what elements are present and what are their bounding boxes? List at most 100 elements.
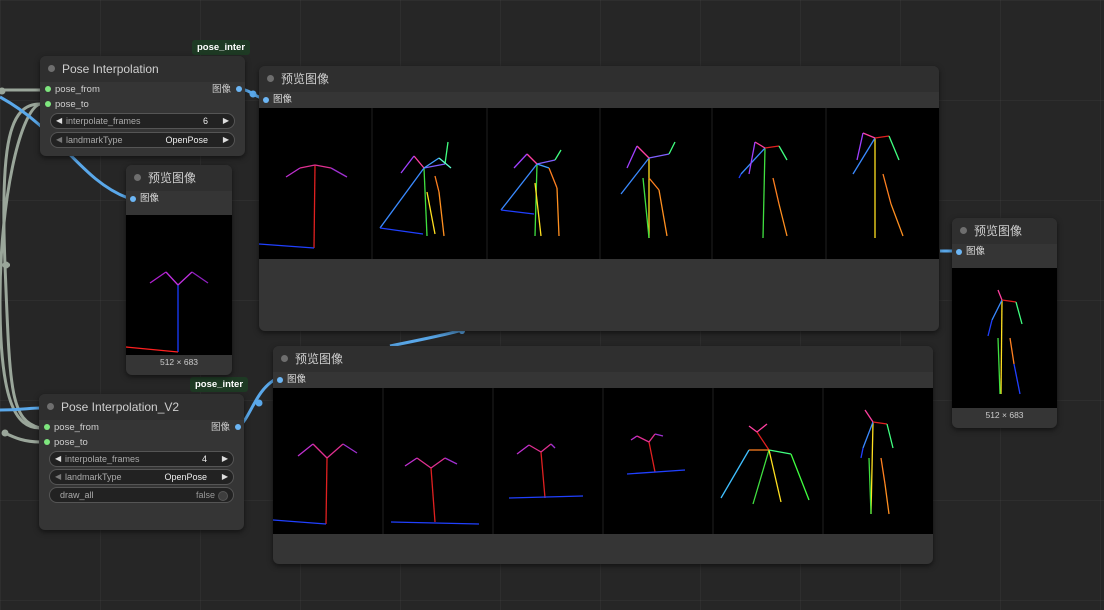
interpolate-frames-widget[interactable]: ◀ interpolate_frames 6 ▶ [50, 113, 235, 129]
node-title[interactable]: Pose Interpolation [40, 56, 245, 82]
frame-3 [508, 443, 584, 499]
input-label: 图像 [273, 94, 293, 105]
input-label: pose_from [54, 422, 99, 433]
input-dot-icon[interactable] [956, 249, 962, 255]
arrow-left-icon[interactable]: ◀ [56, 114, 62, 128]
input-label: pose_to [54, 437, 88, 448]
node-collapse-dot-icon[interactable] [47, 403, 54, 410]
node-pose-interpolation[interactable]: Pose Interpolation pose_from 图像 pose_to … [40, 56, 245, 156]
node-title-text: Pose Interpolation_V2 [61, 400, 180, 414]
arrow-right-icon[interactable]: ▶ [222, 470, 228, 484]
link-blue-4 [0, 406, 41, 412]
arrow-right-icon[interactable]: ▶ [222, 452, 228, 466]
preview-image-strip [258, 108, 939, 259]
reroute-dot [2, 261, 10, 269]
preview-image-strip [272, 388, 933, 534]
node-collapse-dot-icon[interactable] [267, 75, 274, 82]
frame-6 [852, 132, 904, 238]
node-title[interactable]: 预览图像 [952, 218, 1057, 244]
widget-value: false [195, 490, 215, 500]
node-title[interactable]: 预览图像 [259, 66, 939, 92]
landmark-type-widget[interactable]: ◀ landmarkType OpenPose ▶ [49, 469, 234, 485]
frame-6 [860, 409, 894, 515]
node-badge-pose-inter: pose_inter [192, 40, 251, 55]
frame-5 [738, 141, 788, 239]
input-dot-icon[interactable] [44, 424, 50, 430]
reroute-dot [0, 87, 6, 95]
toggle-knob-icon[interactable] [218, 491, 228, 501]
preview-image [952, 268, 1057, 408]
arrow-left-icon[interactable]: ◀ [55, 470, 61, 484]
input-dot-icon[interactable] [45, 101, 51, 107]
pose-frames-image [258, 108, 904, 259]
draw-all-toggle[interactable]: draw_all false [49, 487, 234, 503]
node-pose-interpolation-v2[interactable]: Pose Interpolation_V2 pose_from 图像 pose_… [39, 394, 244, 530]
reroute-dot [1, 429, 9, 437]
reroute-dot [255, 399, 263, 407]
arrow-left-icon[interactable]: ◀ [56, 133, 62, 147]
node-collapse-dot-icon[interactable] [48, 65, 55, 72]
node-preview-bottom[interactable]: 预览图像 图像 [272, 346, 933, 564]
frame-4 [626, 433, 686, 475]
input-label: 图像 [287, 374, 307, 385]
frame-3 [500, 149, 562, 237]
frame-1 [258, 164, 348, 249]
output-label: 图像 [210, 422, 230, 433]
input-dot-icon[interactable] [130, 196, 136, 202]
node-title[interactable]: 预览图像 [273, 346, 933, 372]
image-size-label: 512 × 683 [985, 410, 1024, 420]
input-dot-icon[interactable] [44, 439, 50, 445]
node-preview-top[interactable]: 预览图像 图像 [258, 66, 939, 331]
node-collapse-dot-icon[interactable] [134, 174, 141, 181]
output-dot-icon[interactable] [236, 86, 242, 92]
output-dot-icon[interactable] [235, 424, 241, 430]
arrow-left-icon[interactable]: ◀ [55, 452, 61, 466]
node-title[interactable]: 预览图像 [126, 165, 232, 191]
input-label: pose_to [55, 99, 89, 110]
widget-label: interpolate_frames [65, 454, 140, 464]
preview-image [125, 215, 232, 355]
link-gray-4 [4, 431, 41, 444]
node-preview-small[interactable]: 预览图像 图像 512 × 683 [125, 165, 232, 375]
arrow-right-icon[interactable]: ▶ [223, 133, 229, 147]
frame-2 [390, 457, 480, 525]
input-dot-icon[interactable] [263, 97, 269, 103]
input-dot-icon[interactable] [45, 86, 51, 92]
input-pose-to[interactable]: pose_to [40, 97, 245, 112]
input-pose-from[interactable]: pose_from 图像 [40, 82, 245, 97]
input-image[interactable]: 图像 [952, 244, 1057, 260]
landmark-type-widget[interactable]: ◀ landmarkType OpenPose ▶ [50, 132, 235, 148]
input-label: 图像 [966, 246, 986, 257]
arrow-right-icon[interactable]: ▶ [223, 114, 229, 128]
widget-value: 4 [201, 454, 207, 464]
link-blue-5 [389, 328, 463, 348]
input-dot-icon[interactable] [277, 377, 283, 383]
interpolate-frames-widget[interactable]: ◀ interpolate_frames 4 ▶ [49, 451, 234, 467]
node-title[interactable]: Pose Interpolation_V2 [39, 394, 244, 420]
pose-skeleton-image [987, 289, 1023, 395]
node-title-text: 预览图像 [148, 171, 197, 185]
image-size-label: 512 × 683 [159, 357, 199, 367]
node-collapse-dot-icon[interactable] [960, 227, 967, 234]
link-gray-3 [0, 102, 41, 430]
node-title-text: 预览图像 [281, 72, 330, 86]
input-image[interactable]: 图像 [259, 92, 939, 108]
pose-skeleton-image [125, 271, 209, 353]
widget-label: landmarkType [66, 135, 123, 145]
input-pose-from[interactable]: pose_from 图像 [39, 420, 244, 435]
node-preview-right[interactable]: 预览图像 图像 512 × 683 [952, 218, 1057, 428]
frame-2 [379, 141, 452, 237]
pose-frames-image [272, 388, 894, 534]
widget-label: draw_all [60, 490, 94, 500]
input-image[interactable]: 图像 [273, 372, 933, 388]
node-title-text: 预览图像 [295, 352, 344, 366]
input-image[interactable]: 图像 [126, 191, 232, 207]
input-label: 图像 [140, 193, 160, 204]
widget-value: OpenPose [165, 135, 208, 145]
node-collapse-dot-icon[interactable] [281, 355, 288, 362]
input-label: pose_from [55, 84, 100, 95]
node-title-text: 预览图像 [974, 224, 1023, 238]
input-pose-to[interactable]: pose_to [39, 435, 244, 450]
widget-value: OpenPose [164, 472, 207, 482]
frame-5 [720, 423, 810, 505]
